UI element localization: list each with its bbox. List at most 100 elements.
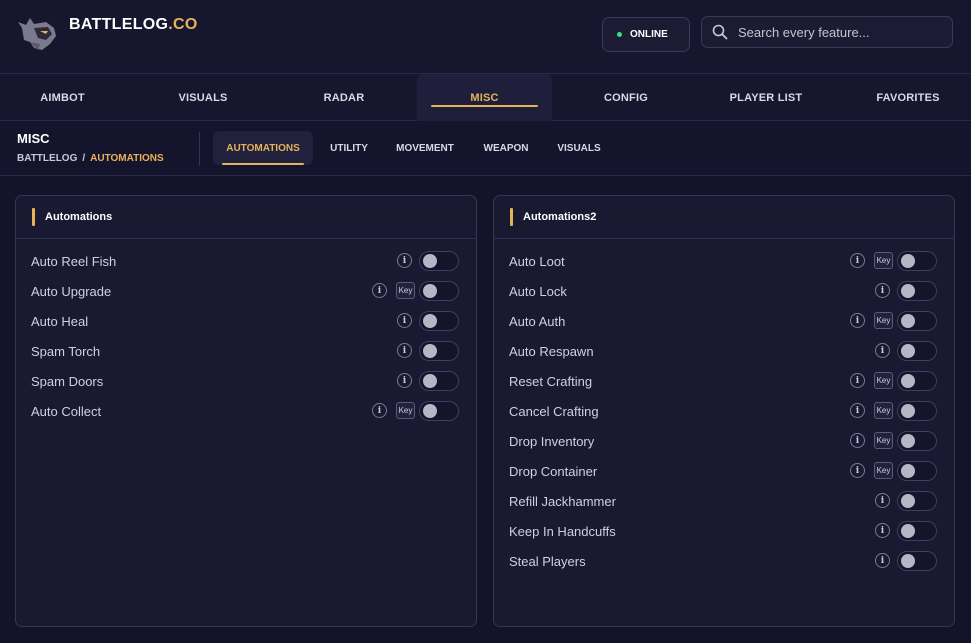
info-icon[interactable]: i	[372, 403, 387, 418]
toggle-switch[interactable]	[419, 341, 459, 361]
info-icon[interactable]: i	[397, 373, 412, 388]
subtab-utility[interactable]: UTILITY	[320, 131, 378, 165]
setting-label: Auto Loot	[509, 253, 565, 269]
toggle-switch[interactable]	[419, 371, 459, 391]
toggle-switch[interactable]	[897, 491, 937, 511]
tab-aimbot[interactable]: AIMBOT	[0, 74, 125, 121]
breadcrumb: BATTLELOG / AUTOMATIONS	[17, 153, 164, 164]
breadcrumb-root[interactable]: BATTLELOG	[17, 153, 77, 164]
toggle-switch[interactable]	[897, 371, 937, 391]
tab-label: CONFIG	[604, 91, 648, 104]
setting-label: Drop Inventory	[509, 433, 595, 449]
keybind-button[interactable]: Key	[874, 432, 893, 449]
keybind-button[interactable]: Key	[396, 282, 415, 299]
toggle-knob	[423, 284, 437, 298]
info-icon[interactable]: i	[850, 433, 865, 448]
search-input[interactable]	[738, 24, 938, 40]
info-icon[interactable]: i	[397, 343, 412, 358]
status-label: ONLINE	[630, 29, 668, 40]
toggle-switch[interactable]	[897, 311, 937, 331]
info-icon[interactable]: i	[875, 283, 890, 298]
info-icon[interactable]: i	[397, 313, 412, 328]
subtab-movement[interactable]: MOVEMENT	[388, 131, 462, 165]
setting-row-auto-heal: Auto Heal i	[16, 309, 476, 333]
keybind-button[interactable]: Key	[874, 252, 893, 269]
setting-row-auto-upgrade: Auto Upgrade Key i	[16, 279, 476, 303]
toggle-switch[interactable]	[897, 341, 937, 361]
keybind-button[interactable]: Key	[874, 462, 893, 479]
tab-misc[interactable]: MISC	[417, 74, 552, 121]
subtab-automations[interactable]: AUTOMATIONS	[213, 131, 313, 165]
toggle-switch[interactable]	[897, 401, 937, 421]
setting-label: Reset Crafting	[509, 373, 593, 389]
tab-label: AIMBOT	[40, 91, 85, 104]
info-icon[interactable]: i	[850, 403, 865, 418]
keybind-button[interactable]: Key	[874, 312, 893, 329]
toggle-knob	[901, 554, 915, 568]
subtab-label: VISUALS	[557, 142, 601, 154]
toggle-knob	[901, 434, 915, 448]
info-icon[interactable]: i	[850, 253, 865, 268]
breadcrumb-current: AUTOMATIONS	[90, 153, 164, 164]
keybind-button[interactable]: Key	[396, 402, 415, 419]
toggle-switch[interactable]	[897, 551, 937, 571]
tab-radar[interactable]: RADAR	[281, 74, 407, 121]
status-badge: ONLINE	[602, 17, 690, 52]
toggle-knob	[901, 344, 915, 358]
setting-label: Spam Torch	[31, 343, 101, 359]
setting-label: Keep In Handcuffs	[509, 523, 616, 539]
status-dot-icon	[617, 32, 622, 37]
info-icon[interactable]: i	[875, 523, 890, 538]
toggle-switch[interactable]	[897, 461, 937, 481]
tab-favorites[interactable]: FAVORITES	[845, 74, 971, 121]
tab-player-list[interactable]: PLAYER LIST	[703, 74, 829, 121]
subtab-label: AUTOMATIONS	[226, 142, 300, 154]
toggle-switch[interactable]	[419, 281, 459, 301]
toggle-switch[interactable]	[897, 251, 937, 271]
setting-label: Auto Heal	[31, 313, 89, 329]
brand-name: BATTLELOG.CO	[69, 16, 198, 34]
toggle-knob	[901, 524, 915, 538]
setting-row-drop-container: Drop Container Key i	[494, 459, 954, 483]
info-icon[interactable]: i	[850, 373, 865, 388]
subtab-weapon[interactable]: WEAPON	[474, 131, 538, 165]
search-box[interactable]	[701, 16, 953, 48]
keybind-button[interactable]: Key	[874, 402, 893, 419]
setting-row-reset-crafting: Reset Crafting Key i	[494, 369, 954, 393]
info-icon[interactable]: i	[850, 313, 865, 328]
setting-row-auto-collect: Auto Collect Key i	[16, 399, 476, 423]
brand-suffix: .CO	[168, 16, 198, 33]
toggle-knob	[423, 404, 437, 418]
subtab-label: MOVEMENT	[396, 142, 454, 154]
panel-title: Automations2	[523, 211, 597, 223]
info-icon[interactable]: i	[875, 343, 890, 358]
tab-label: MISC	[470, 91, 499, 104]
toggle-switch[interactable]	[419, 251, 459, 271]
info-icon[interactable]: i	[397, 253, 412, 268]
info-icon[interactable]: i	[372, 283, 387, 298]
tab-label: PLAYER LIST	[729, 91, 803, 104]
automations-panel: Automations Auto Reel Fish i Auto Upgrade K…	[15, 195, 477, 627]
info-icon[interactable]: i	[850, 463, 865, 478]
info-icon[interactable]: i	[875, 553, 890, 568]
info-icon[interactable]: i	[875, 493, 890, 508]
subtab-visuals[interactable]: VISUALS	[548, 131, 610, 165]
setting-label: Auto Auth	[509, 313, 566, 329]
divider	[199, 132, 200, 166]
toggle-knob	[423, 344, 437, 358]
toggle-switch[interactable]	[419, 311, 459, 331]
tab-label: VISUALS	[178, 91, 228, 104]
setting-row-spam-torch: Spam Torch i	[16, 339, 476, 363]
keybind-button[interactable]: Key	[874, 372, 893, 389]
search-icon	[712, 24, 728, 40]
toggle-switch[interactable]	[419, 401, 459, 421]
toggle-switch[interactable]	[897, 281, 937, 301]
tab-visuals[interactable]: VISUALS	[140, 74, 266, 121]
top-header: BATTLELOG.CO ONLINE	[0, 0, 971, 73]
setting-row-spam-doors: Spam Doors i	[16, 369, 476, 393]
tab-config[interactable]: CONFIG	[563, 74, 689, 121]
toggle-switch[interactable]	[897, 431, 937, 451]
toggle-knob	[901, 314, 915, 328]
toggle-knob	[423, 374, 437, 388]
toggle-switch[interactable]	[897, 521, 937, 541]
